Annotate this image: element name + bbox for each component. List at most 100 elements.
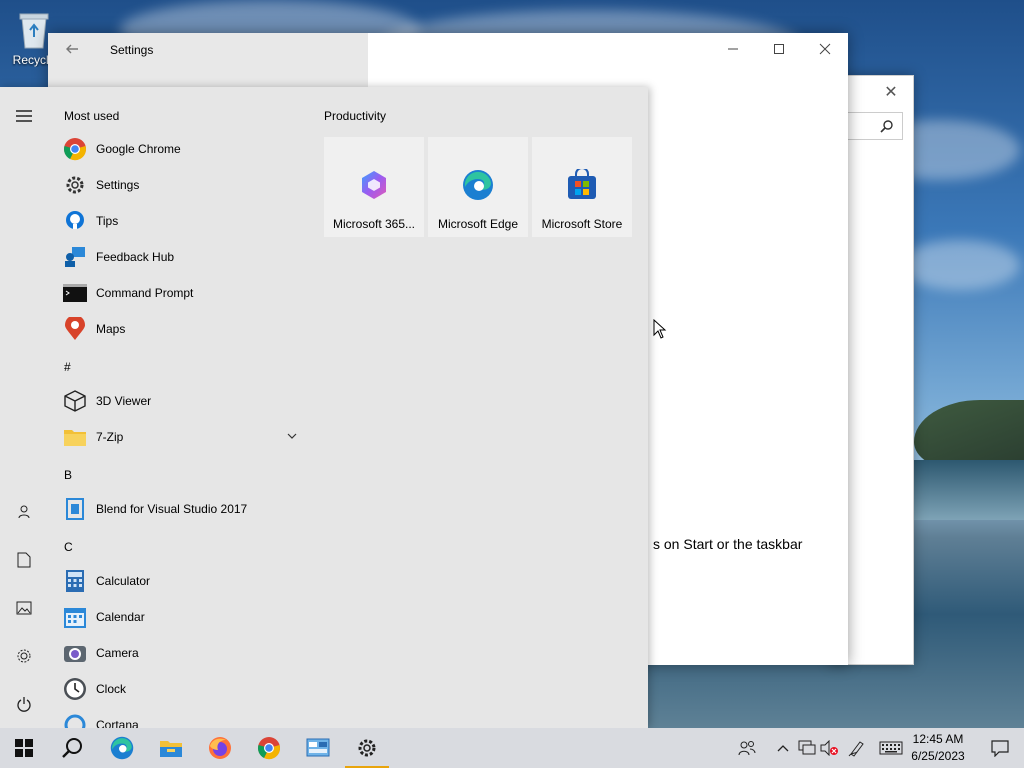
section-hash[interactable]: # xyxy=(64,360,71,374)
hamburger-icon xyxy=(16,110,32,122)
app-label: Clock xyxy=(96,682,127,696)
network-tray[interactable] xyxy=(797,738,817,758)
chevron-up-icon xyxy=(777,745,789,752)
folder-icon xyxy=(62,424,88,450)
taskbar-clock[interactable]: 12:45 AM 6/25/2023 xyxy=(900,731,976,765)
start-rail xyxy=(0,87,48,728)
minimize-button[interactable] xyxy=(710,37,756,61)
app-label: Calculator xyxy=(96,574,151,588)
app-label: Google Chrome xyxy=(96,142,181,156)
tile-microsoft-365[interactable]: Microsoft 365... xyxy=(324,137,424,237)
taskbar-control-panel[interactable] xyxy=(294,728,342,768)
app-label: Blend for Visual Studio 2017 xyxy=(96,502,248,516)
hamburger-menu-button[interactable] xyxy=(8,100,40,132)
chevron-down-icon[interactable] xyxy=(286,430,298,442)
maximize-button[interactable] xyxy=(756,37,802,61)
search-icon xyxy=(880,120,893,133)
app-command-prompt[interactable]: Command Prompt xyxy=(62,276,302,310)
app-label: 3D Viewer xyxy=(96,394,152,408)
app-label: Maps xyxy=(96,322,126,336)
most-used-header: Most used xyxy=(64,109,120,123)
close-icon[interactable]: ✕ xyxy=(881,82,901,102)
control-panel-icon xyxy=(306,738,330,757)
search-button[interactable] xyxy=(48,728,96,768)
pictures-button[interactable] xyxy=(8,592,40,624)
taskbar-edge[interactable] xyxy=(98,728,146,768)
settings-icon xyxy=(358,739,376,757)
volume-muted-icon xyxy=(820,740,838,756)
app-label: Camera xyxy=(96,646,139,660)
firefox-icon xyxy=(209,737,231,759)
app-feedback-hub[interactable]: Feedback Hub xyxy=(62,240,302,274)
app-label: 7-Zip xyxy=(96,430,124,444)
start-menu[interactable]: Most used Google Chrome Settings Tips Fe… xyxy=(0,87,648,728)
app-3d-viewer[interactable]: 3D Viewer xyxy=(62,384,302,418)
action-center-button[interactable] xyxy=(976,728,1024,768)
taskbar-firefox[interactable] xyxy=(196,728,244,768)
app-tips[interactable]: Tips xyxy=(62,204,302,238)
app-label: Feedback Hub xyxy=(96,250,175,264)
window-title: Settings xyxy=(110,43,154,57)
app-list[interactable]: Most used Google Chrome Settings Tips Fe… xyxy=(48,87,308,728)
tile-group-title[interactable]: Productivity xyxy=(324,109,386,123)
power-icon xyxy=(17,697,31,712)
section-c[interactable]: C xyxy=(64,540,73,554)
back-arrow-icon[interactable] xyxy=(64,41,80,57)
clock-icon xyxy=(62,676,88,702)
calculator-icon xyxy=(62,568,88,594)
tile-microsoft-edge[interactable]: Microsoft Edge xyxy=(428,137,528,237)
app-7-zip[interactable]: 7-Zip xyxy=(62,420,302,454)
app-clock[interactable]: Clock xyxy=(62,672,302,706)
settings-partial-text: s on Start or the taskbar xyxy=(653,536,803,552)
people-tray[interactable] xyxy=(737,738,757,758)
taskbar[interactable]: 12:45 AM 6/25/2023 xyxy=(0,728,1024,768)
lightbulb-icon xyxy=(62,208,88,234)
taskbar-file-explorer[interactable] xyxy=(147,728,195,768)
volume-tray[interactable] xyxy=(820,738,840,758)
maximize-icon xyxy=(774,44,784,54)
settings-rail-button[interactable] xyxy=(8,640,40,672)
tile-label: Microsoft Edge xyxy=(437,217,519,231)
taskbar-chrome[interactable] xyxy=(245,728,293,768)
app-camera[interactable]: Camera xyxy=(62,636,302,670)
app-calculator[interactable]: Calculator xyxy=(62,564,302,598)
feedback-icon xyxy=(62,244,88,270)
user-account-button[interactable] xyxy=(8,496,40,528)
documents-button[interactable] xyxy=(8,544,40,576)
clock-date: 6/25/2023 xyxy=(911,749,965,763)
map-pin-icon xyxy=(62,316,88,342)
store-icon xyxy=(568,169,596,199)
app-calendar[interactable]: Calendar xyxy=(62,600,302,634)
power-button[interactable] xyxy=(8,688,40,720)
app-label: Calendar xyxy=(96,610,145,624)
edge-icon xyxy=(110,736,134,760)
app-maps[interactable]: Maps xyxy=(62,312,302,346)
titlebar[interactable]: Settings xyxy=(48,33,848,65)
document-icon xyxy=(17,552,31,568)
start-button[interactable] xyxy=(0,728,48,768)
pictures-icon xyxy=(16,601,32,615)
app-settings[interactable]: Settings xyxy=(62,168,302,202)
app-blend[interactable]: Blend for Visual Studio 2017 xyxy=(62,492,302,526)
m365-icon xyxy=(362,171,386,199)
app-label: Settings xyxy=(96,178,140,192)
camera-icon xyxy=(62,640,88,666)
app-google-chrome[interactable]: Google Chrome xyxy=(62,132,302,166)
pen-workspace-tray[interactable] xyxy=(847,738,867,758)
calendar-icon xyxy=(62,604,88,630)
edge-icon xyxy=(463,170,493,200)
section-b[interactable]: B xyxy=(64,468,72,482)
app-cortana[interactable]: Cortana xyxy=(62,708,302,728)
tile-microsoft-store[interactable]: Microsoft Store xyxy=(532,137,632,237)
app-label: Command Prompt xyxy=(96,286,194,300)
chrome-icon xyxy=(258,737,280,760)
close-icon xyxy=(819,43,831,55)
taskbar-settings[interactable] xyxy=(343,728,391,768)
close-button[interactable] xyxy=(802,37,848,61)
minimize-icon xyxy=(728,48,738,50)
search-icon xyxy=(62,738,82,758)
network-icon xyxy=(798,740,816,755)
search-input[interactable] xyxy=(847,112,903,140)
show-hidden-icons[interactable] xyxy=(773,738,793,758)
gear-icon xyxy=(62,172,88,198)
